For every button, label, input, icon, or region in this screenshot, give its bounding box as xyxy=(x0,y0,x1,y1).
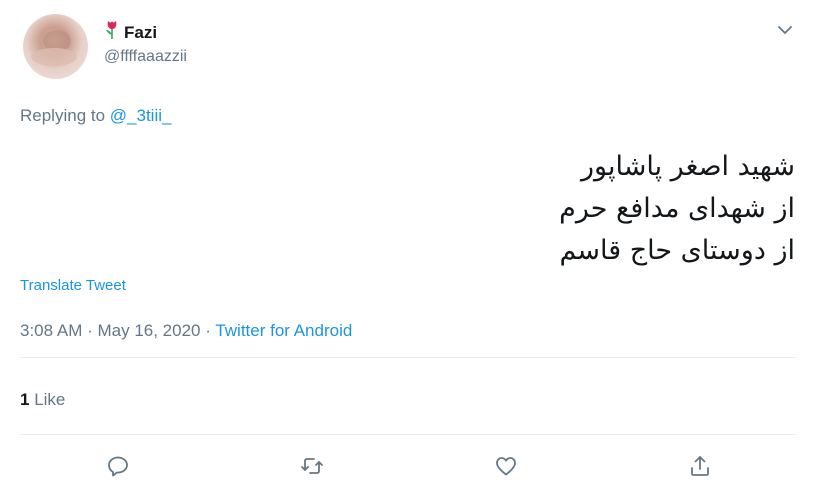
tweet-time[interactable]: 3:08 AM xyxy=(20,321,82,340)
share-icon xyxy=(688,454,712,483)
like-count-number: 1 xyxy=(20,390,30,409)
tweet-line: از دوستای حاج قاسم xyxy=(559,235,795,266)
separator: · xyxy=(200,321,216,340)
translate-tweet-link[interactable]: Translate Tweet xyxy=(20,277,126,294)
heart-icon xyxy=(494,454,518,483)
tweet-source-link[interactable]: Twitter for Android xyxy=(215,321,352,340)
divider xyxy=(20,357,796,358)
tweet-metadata: 3:08 AM · May 16, 2020 · Twitter for And… xyxy=(20,321,352,341)
avatar-detail xyxy=(31,48,77,66)
tweet-text: شهید اصغر پاشاپور از شهدای مدافع حرم از … xyxy=(195,146,795,272)
display-name[interactable]: Fazi xyxy=(124,23,157,43)
likes-count[interactable]: 1 Like xyxy=(20,390,65,410)
reply-to-handle-link[interactable]: @_3tiii_ xyxy=(110,106,172,125)
like-count-label: Like xyxy=(34,390,66,409)
chevron-down-icon[interactable] xyxy=(775,20,795,40)
avatar[interactable] xyxy=(23,14,88,79)
share-button[interactable] xyxy=(685,453,715,483)
tweet-line: شهید اصغر پاشاپور xyxy=(581,151,795,182)
tweet-date[interactable]: May 16, 2020 xyxy=(97,321,200,340)
user-handle[interactable]: @ffffaaazzii xyxy=(104,48,187,66)
reply-button[interactable] xyxy=(103,453,133,483)
divider xyxy=(20,434,796,435)
reply-icon xyxy=(106,454,130,483)
replying-to: Replying to @_3tiii_ xyxy=(20,106,171,126)
tweet-line: از شهدای مدافع حرم xyxy=(559,193,795,224)
user-name-row[interactable]: Fazi xyxy=(104,20,157,45)
retweet-button[interactable] xyxy=(297,453,327,483)
retweet-icon xyxy=(300,454,324,483)
like-button[interactable] xyxy=(491,453,521,483)
separator: · xyxy=(82,321,98,340)
tulip-emoji-icon xyxy=(104,20,120,45)
replying-prefix: Replying to xyxy=(20,106,106,125)
